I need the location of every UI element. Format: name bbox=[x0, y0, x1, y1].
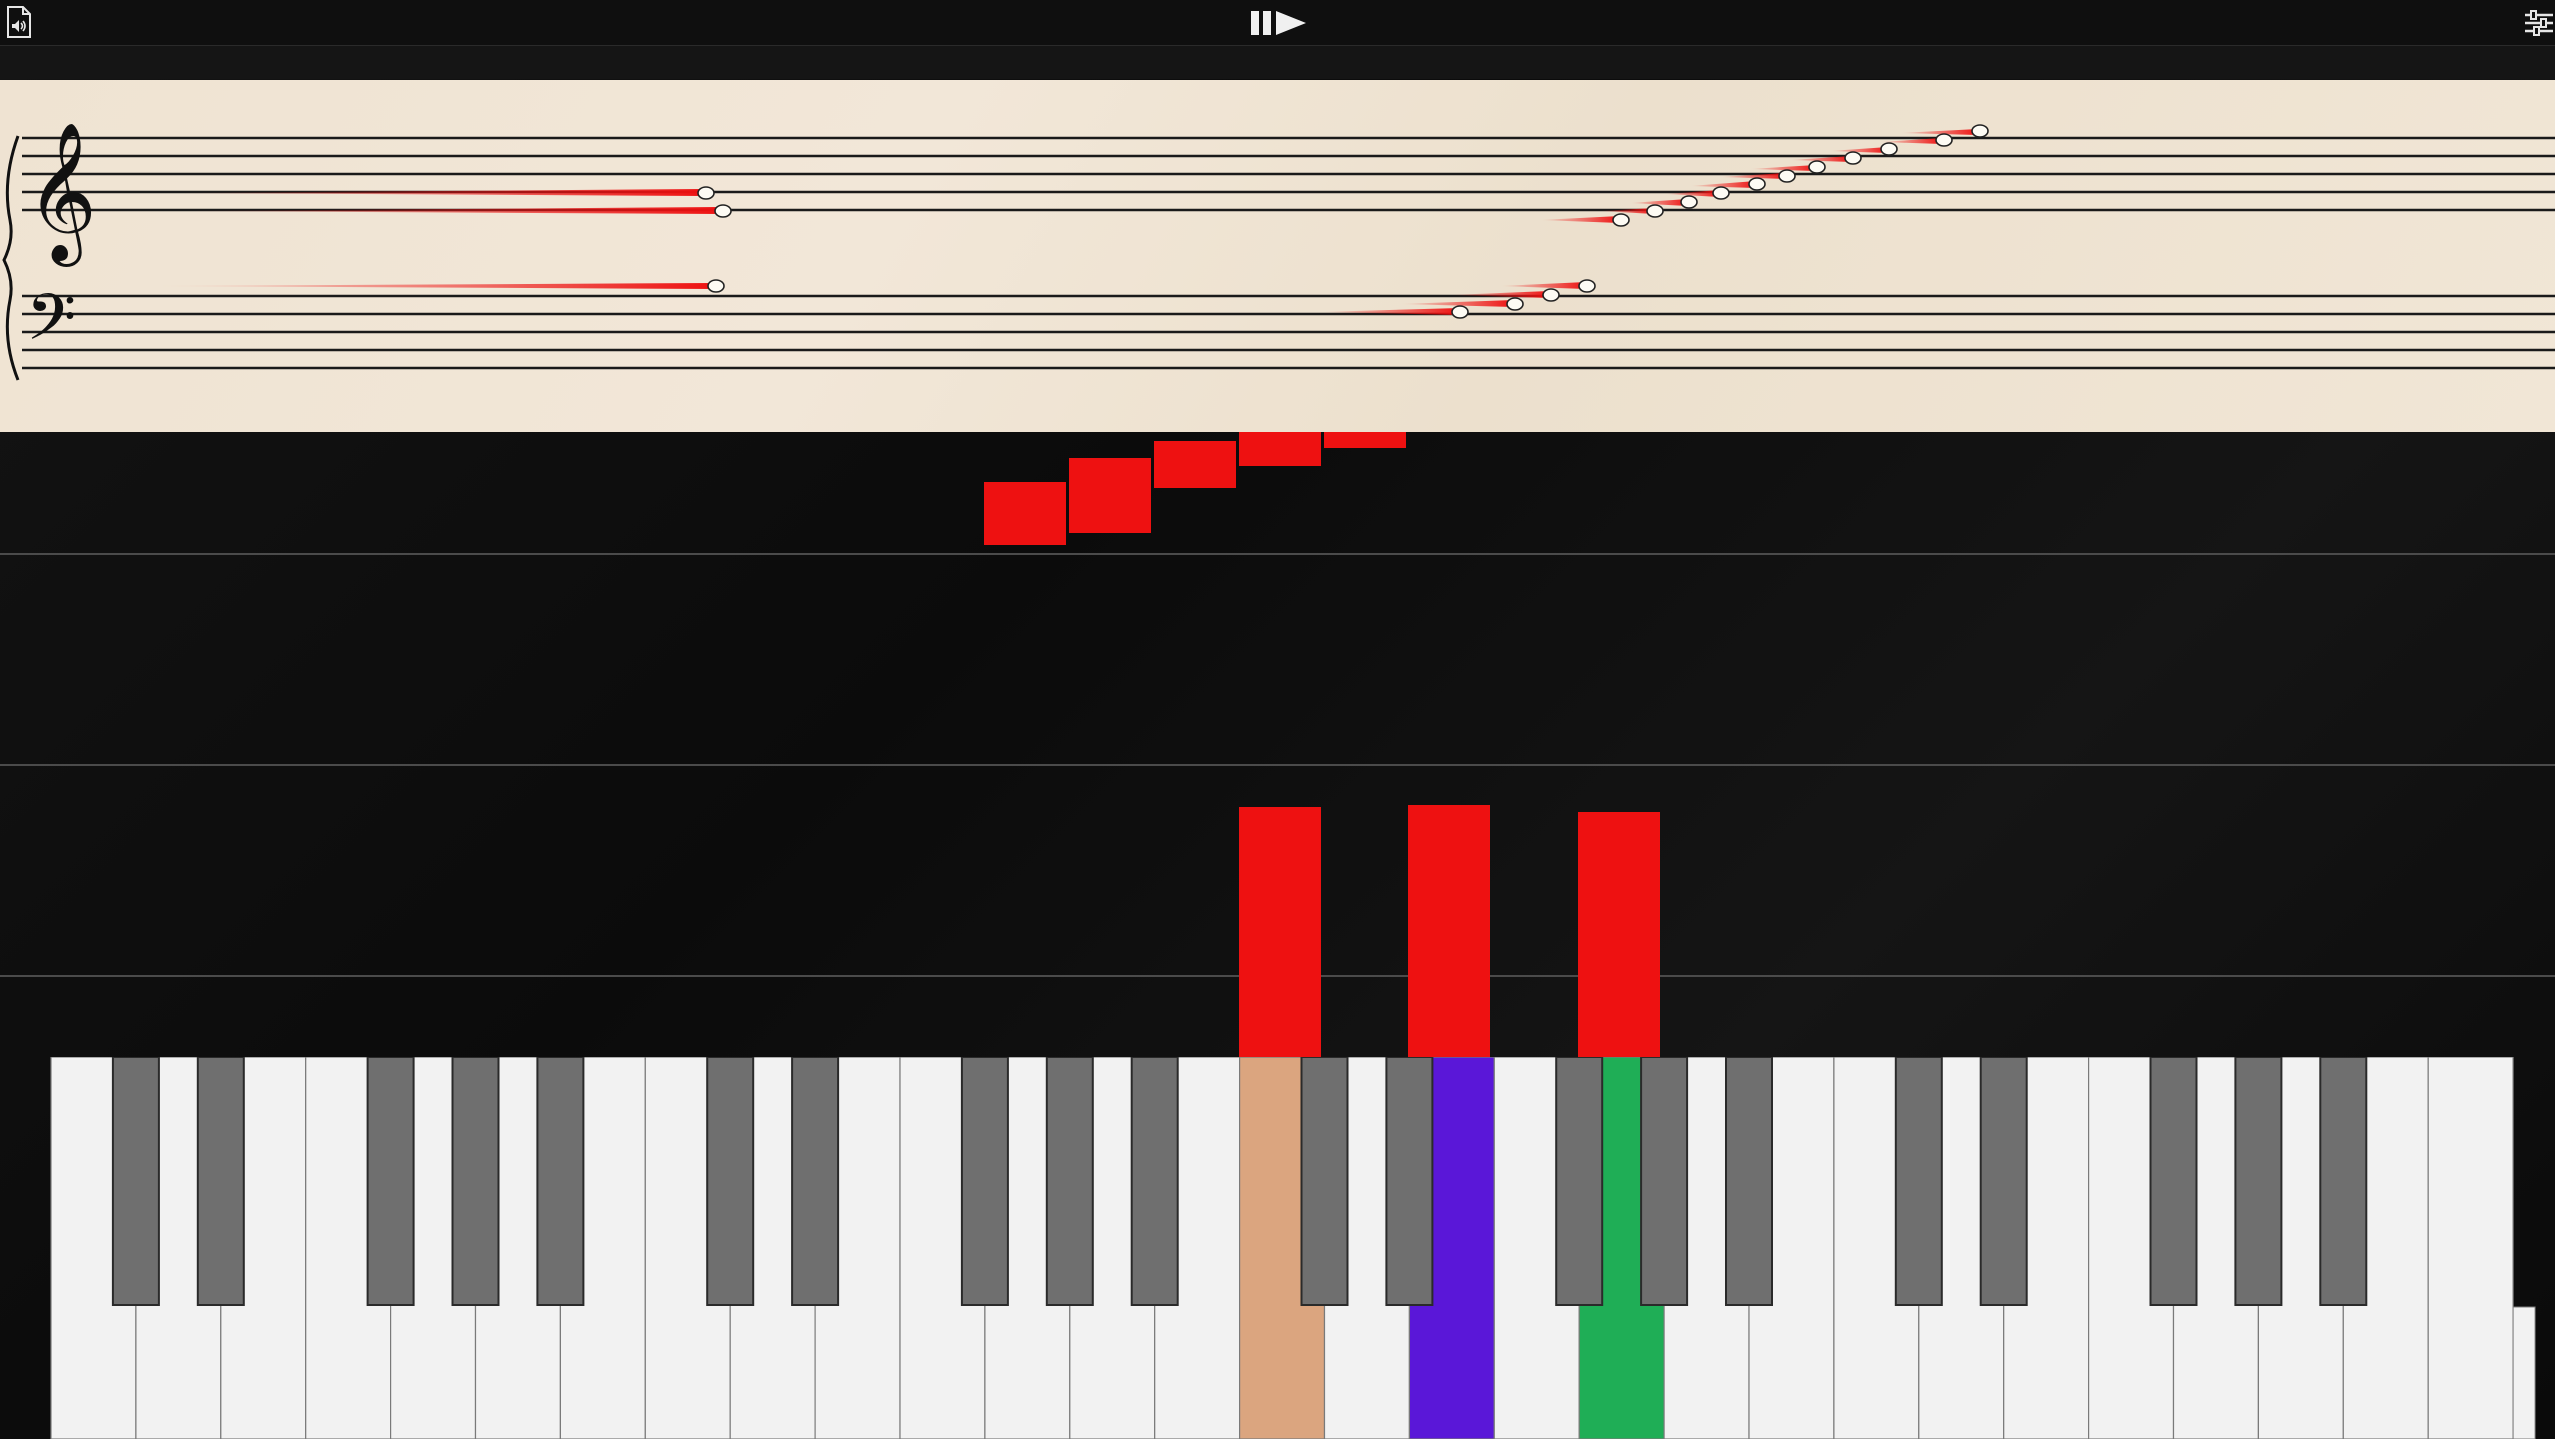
treble-staff bbox=[22, 136, 2555, 212]
black-key[interactable] bbox=[536, 1056, 585, 1306]
black-key[interactable] bbox=[451, 1056, 500, 1306]
treble-run-notes bbox=[697, 124, 1989, 293]
white-key[interactable] bbox=[2427, 1056, 2514, 1439]
piano-visualizer-app: 𝄞 𝄢 bbox=[0, 0, 2555, 1439]
black-key[interactable] bbox=[1979, 1056, 2028, 1306]
falling-note bbox=[1069, 458, 1151, 533]
note-trail bbox=[170, 189, 706, 196]
black-key[interactable] bbox=[706, 1056, 755, 1306]
black-key[interactable] bbox=[1045, 1056, 1094, 1306]
falling-note bbox=[984, 482, 1066, 545]
play-pause-button[interactable] bbox=[1250, 9, 1308, 37]
black-key[interactable] bbox=[1385, 1056, 1434, 1306]
bass-clef-icon: 𝄢 bbox=[26, 281, 76, 371]
sound-file-icon[interactable] bbox=[6, 6, 32, 38]
falling-note bbox=[1408, 805, 1490, 1059]
mixer-sliders-icon bbox=[2525, 10, 2553, 36]
black-key[interactable] bbox=[111, 1056, 160, 1306]
black-key[interactable] bbox=[1130, 1056, 1179, 1306]
white-key[interactable] bbox=[2512, 1306, 2536, 1439]
black-key[interactable] bbox=[366, 1056, 415, 1306]
black-key[interactable] bbox=[791, 1056, 840, 1306]
settings-button[interactable] bbox=[2523, 8, 2553, 38]
note-trail bbox=[180, 207, 722, 214]
black-key[interactable] bbox=[1640, 1056, 1689, 1306]
black-key[interactable] bbox=[196, 1056, 245, 1306]
top-toolbar bbox=[0, 0, 2555, 46]
beat-line bbox=[0, 764, 2555, 766]
score-staff-panel: 𝄞 𝄢 bbox=[0, 80, 2555, 432]
falling-note bbox=[1239, 432, 1321, 466]
black-key[interactable] bbox=[2234, 1056, 2283, 1306]
black-key[interactable] bbox=[1300, 1056, 1349, 1306]
grand-staff-brace bbox=[2, 135, 20, 381]
beat-line bbox=[0, 553, 2555, 555]
black-key[interactable] bbox=[2319, 1056, 2368, 1306]
falling-note bbox=[1324, 432, 1406, 448]
black-key[interactable] bbox=[960, 1056, 1009, 1306]
falling-note bbox=[1578, 812, 1660, 1059]
treble-clef-icon: 𝄞 bbox=[26, 122, 97, 267]
bass-staff bbox=[22, 294, 2555, 370]
bass-run-notes bbox=[1320, 279, 1596, 319]
black-key[interactable] bbox=[1894, 1056, 1943, 1306]
falling-note bbox=[1154, 441, 1236, 488]
black-key[interactable] bbox=[1555, 1056, 1604, 1306]
black-key[interactable] bbox=[1725, 1056, 1773, 1306]
black-key[interactable] bbox=[2149, 1056, 2198, 1306]
pause-play-icon bbox=[1251, 11, 1306, 35]
note-trail bbox=[150, 283, 716, 289]
piano-keyboard[interactable] bbox=[0, 1056, 2555, 1439]
falling-note bbox=[1239, 807, 1321, 1059]
toolbar-shadow-strip bbox=[0, 46, 2555, 79]
